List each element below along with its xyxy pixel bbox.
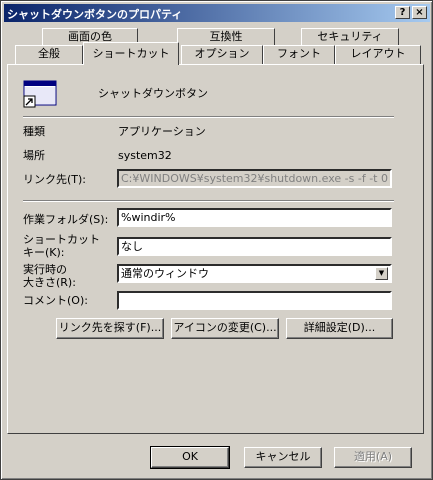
ok-button[interactable]: OK [150, 446, 230, 469]
run-size-label-line2: 大きさ(R): [23, 276, 76, 289]
workdir-field[interactable]: %windir% [117, 208, 392, 227]
shortcut-key-label-line1: ショートカット [23, 233, 100, 246]
comment-label: コメント(O): [23, 294, 88, 307]
change-icon-button[interactable]: アイコンの変更(C)... [171, 318, 279, 339]
apply-button[interactable]: 適用(A) [334, 447, 412, 468]
run-size-select[interactable]: 通常のウィンドウ ▼ [117, 264, 392, 283]
shortcut-key-label-line2: キー(K): [23, 246, 65, 259]
find-target-button[interactable]: リンク先を探す(F)... [56, 318, 164, 339]
dropdown-arrow-icon[interactable]: ▼ [375, 267, 388, 280]
separator-top [23, 116, 394, 118]
advanced-button[interactable]: 詳細設定(D)... [286, 318, 393, 339]
type-label: 種類 [23, 125, 45, 138]
location-label: 場所 [23, 149, 45, 162]
location-value: system32 [118, 149, 172, 162]
separator-middle [23, 200, 394, 202]
run-size-label-line1: 実行時の [23, 263, 67, 276]
shortcut-name: シャットダウンボタン [98, 87, 208, 100]
shortcut-key-field[interactable]: なし [117, 237, 392, 256]
workdir-label: 作業フォルダ(S): [23, 213, 109, 226]
cancel-button[interactable]: キャンセル [244, 447, 322, 468]
properties-dialog: シャットダウンボタンのプロパティ ? × 画面の色 互換性 セキュリティ 全般 … [0, 0, 433, 480]
shortcut-window-icon [23, 80, 57, 108]
type-value: アプリケーション [118, 125, 206, 138]
comment-field[interactable] [117, 291, 392, 310]
target-label: リンク先(T): [23, 173, 87, 186]
run-size-value: 通常のウィンドウ [121, 267, 209, 280]
target-field[interactable]: C:¥WINDOWS¥system32¥shutdown.exe -s -f -… [117, 169, 392, 188]
